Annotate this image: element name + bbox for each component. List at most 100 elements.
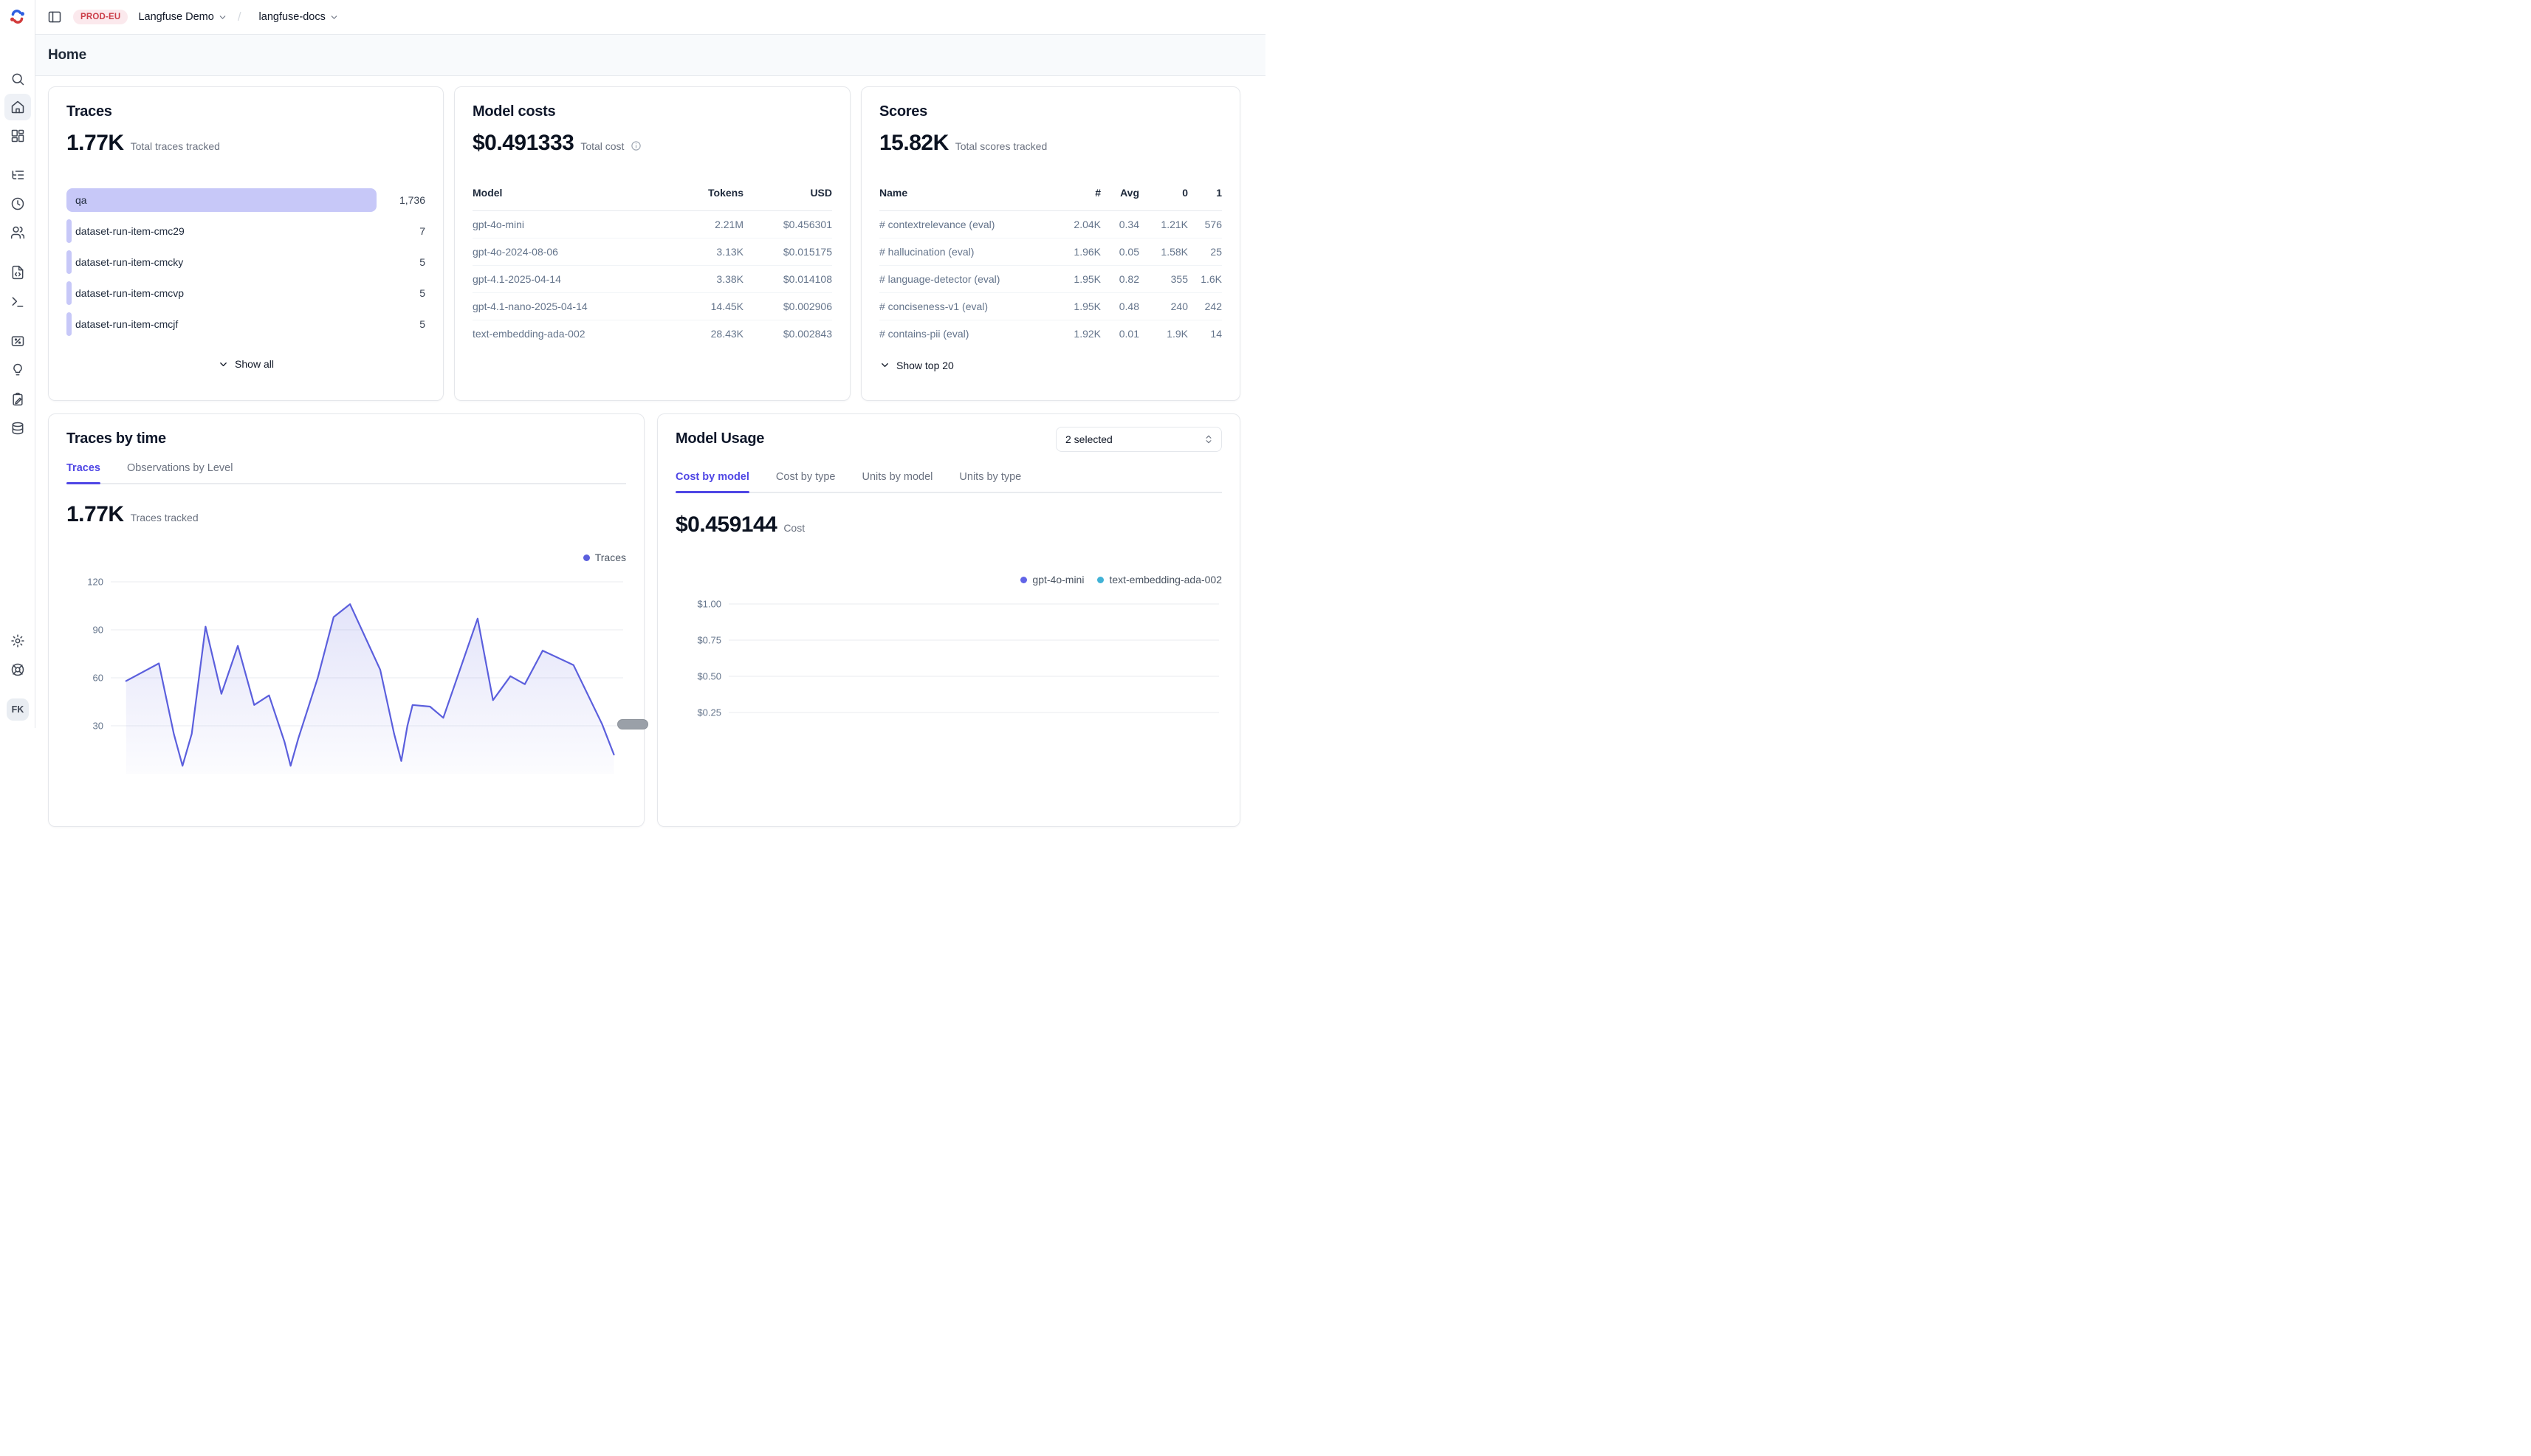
clipboard-pen-icon [10, 392, 25, 407]
bar [66, 281, 72, 305]
model-usd: $0.456301 [743, 211, 832, 238]
bar [66, 188, 377, 212]
show-top-20-button[interactable]: Show top 20 [879, 360, 1222, 371]
score-zero: 355 [1139, 266, 1188, 293]
col-zero: 0 [1139, 187, 1188, 211]
tab-units-by-type[interactable]: Units by type [959, 471, 1021, 492]
sidebar-item-sessions[interactable] [4, 190, 31, 217]
table-row[interactable]: gpt-4o-mini 2.21M $0.456301 [473, 211, 832, 238]
model-select[interactable]: 2 selected [1056, 427, 1222, 452]
page-title: Home [48, 47, 86, 63]
model-usage-chart[interactable]: $0.25$0.50$0.75$1.00 [676, 584, 1222, 776]
project-name: langfuse-docs [259, 11, 326, 23]
scores-table: Name # Avg 0 1 # contextrelevance (eval)… [879, 187, 1222, 348]
sidebar-item-annotation[interactable] [4, 357, 31, 383]
svg-text:60: 60 [93, 673, 103, 684]
lightbulb-icon [10, 363, 25, 377]
table-row[interactable]: gpt-4.1-2025-04-14 3.38K $0.014108 [473, 266, 832, 293]
clock-icon [10, 196, 25, 211]
model-tokens: 3.38K [662, 266, 743, 293]
sidebar-item-models[interactable] [4, 415, 31, 442]
horizontal-scrollbar-thumb[interactable] [617, 719, 648, 729]
org-switcher[interactable]: Langfuse Demo [138, 11, 227, 23]
score-count: 1.96K [1058, 238, 1101, 266]
table-row[interactable]: gpt-4.1-nano-2025-04-14 14.45K $0.002906 [473, 293, 832, 320]
tab-observations-by-level[interactable]: Observations by Level [127, 462, 233, 483]
trace-bar-row[interactable]: qa 1,736 [66, 188, 425, 212]
langfuse-logo-icon[interactable] [8, 7, 27, 26]
score-one: 1.6K [1188, 266, 1222, 293]
tab-traces[interactable]: Traces [66, 462, 100, 483]
model-tokens: 28.43K [662, 320, 743, 348]
table-row[interactable]: # language-detector (eval) 1.95K 0.82 35… [879, 266, 1222, 293]
traces-by-time-tabs: Traces Observations by Level [66, 462, 626, 484]
org-name: Langfuse Demo [138, 11, 213, 23]
score-one: 14 [1188, 320, 1222, 348]
score-name: # language-detector (eval) [879, 266, 1058, 293]
tab-units-by-model[interactable]: Units by model [862, 471, 933, 492]
card-title: Model costs [473, 103, 832, 120]
model-costs-card: Model costs $0.491333 Total cost Model T… [454, 86, 851, 401]
sidebar-item-datasets[interactable] [4, 386, 31, 413]
model-name: gpt-4.1-nano-2025-04-14 [473, 293, 662, 320]
langfuse-app: FK PROD-EU Langfuse Demo / langfuse-docs… [0, 0, 1266, 728]
trace-bar-row[interactable]: dataset-run-item-cmcjf 5 [66, 312, 425, 336]
table-row[interactable]: # contains-pii (eval) 1.92K 0.01 1.9K 14 [879, 320, 1222, 348]
panel-left-toggle-icon[interactable] [47, 10, 62, 24]
sidebar-item-playground[interactable] [4, 289, 31, 315]
score-one: 242 [1188, 293, 1222, 320]
chevrons-up-down-icon [1203, 434, 1214, 444]
sidebar-item-support[interactable] [4, 656, 31, 683]
bar-value: 1,736 [399, 188, 425, 212]
score-count: 1.92K [1058, 320, 1101, 348]
traces-tracked-subtitle: Traces tracked [131, 512, 199, 523]
score-zero: 240 [1139, 293, 1188, 320]
sidebar-item-home[interactable] [4, 94, 31, 120]
model-usage-tabs: Cost by model Cost by type Units by mode… [676, 471, 1222, 493]
score-avg: 0.34 [1101, 211, 1139, 238]
trace-bar-row[interactable]: dataset-run-item-cmc29 7 [66, 219, 425, 243]
topbar: PROD-EU Langfuse Demo / langfuse-docs [35, 0, 1266, 34]
sidebar-item-evaluation[interactable] [4, 328, 31, 354]
sidebar-item-prompts[interactable] [4, 259, 31, 286]
col-count: # [1058, 187, 1101, 211]
sidebar-item-tracing[interactable] [4, 162, 31, 188]
percent-box-icon [10, 334, 25, 348]
col-tokens: Tokens [662, 187, 743, 211]
table-row[interactable]: gpt-4o-2024-08-06 3.13K $0.015175 [473, 238, 832, 266]
tab-cost-by-model[interactable]: Cost by model [676, 471, 749, 492]
chevron-down-icon [218, 13, 227, 22]
project-switcher[interactable]: langfuse-docs [259, 11, 339, 23]
trace-bar-row[interactable]: dataset-run-item-cmcvp 5 [66, 281, 425, 305]
users-icon [10, 225, 25, 240]
user-avatar[interactable]: FK [7, 698, 29, 721]
sidebar-item-dashboards[interactable] [4, 123, 31, 149]
model-usd: $0.015175 [743, 238, 832, 266]
card-title: Scores [879, 103, 1222, 120]
bar [66, 219, 72, 243]
chevron-down-icon [218, 359, 229, 370]
show-all-button[interactable]: Show all [66, 358, 425, 370]
sidebar-item-search[interactable] [4, 66, 31, 92]
trace-bar-row[interactable]: dataset-run-item-cmcky 5 [66, 250, 425, 274]
info-icon[interactable] [631, 140, 642, 151]
score-count: 1.95K [1058, 293, 1101, 320]
sidebar-item-settings[interactable] [4, 628, 31, 654]
terminal-icon [10, 295, 25, 309]
tab-cost-by-type[interactable]: Cost by type [776, 471, 836, 492]
sidebar-item-users[interactable] [4, 219, 31, 246]
database-icon [10, 421, 25, 436]
legend-dot [583, 554, 590, 561]
bar-label: dataset-run-item-cmcky [75, 250, 183, 274]
table-row[interactable]: # contextrelevance (eval) 2.04K 0.34 1.2… [879, 211, 1222, 238]
table-row[interactable]: # hallucination (eval) 1.96K 0.05 1.58K … [879, 238, 1222, 266]
bar [66, 312, 72, 336]
bar-value: 5 [419, 281, 425, 305]
svg-text:$1.00: $1.00 [697, 599, 721, 610]
col-avg: Avg [1101, 187, 1139, 211]
score-name: # contextrelevance (eval) [879, 211, 1058, 238]
table-row[interactable]: # conciseness-v1 (eval) 1.95K 0.48 240 2… [879, 293, 1222, 320]
traces-by-time-chart[interactable]: 306090120 [66, 562, 626, 783]
score-avg: 0.05 [1101, 238, 1139, 266]
table-row[interactable]: text-embedding-ada-002 28.43K $0.002843 [473, 320, 832, 348]
